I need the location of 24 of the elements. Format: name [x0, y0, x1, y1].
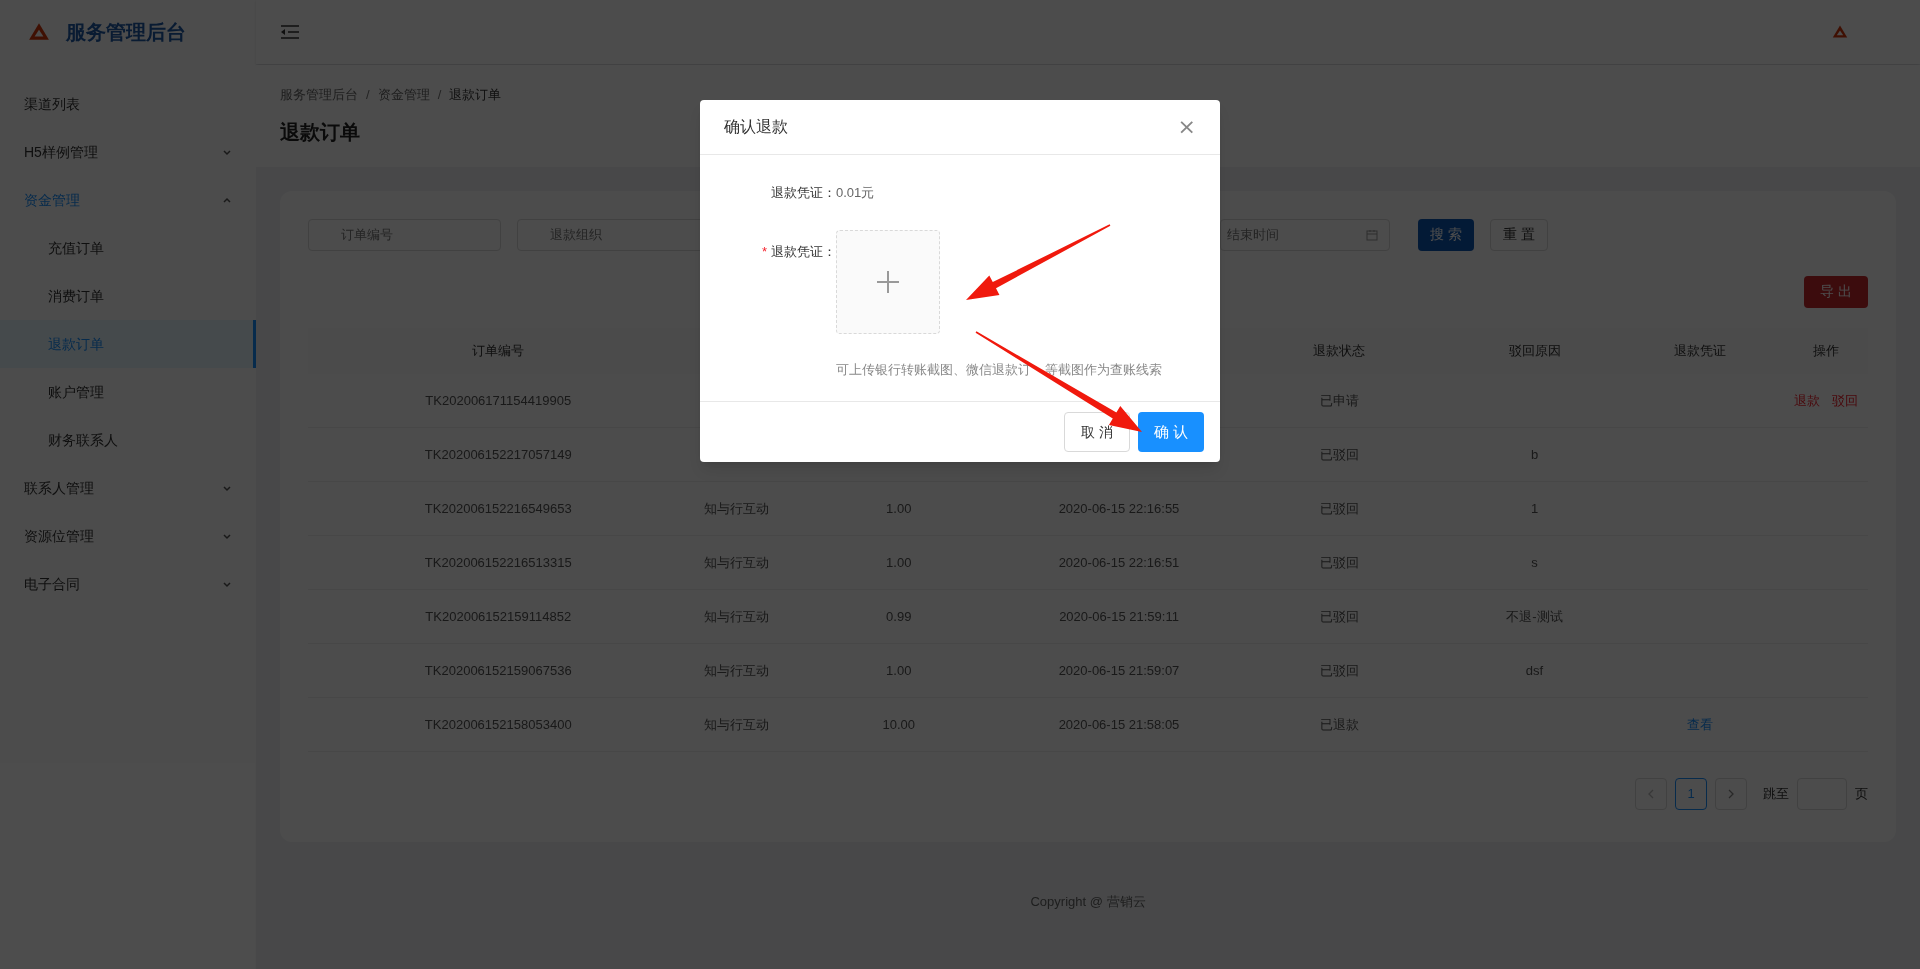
column-header: 订单编号 — [472, 342, 525, 358]
breadcrumb-item: 退款订单 — [449, 86, 502, 104]
jump-label: 跳至 — [1763, 785, 1789, 804]
plus-icon — [876, 269, 900, 294]
close-button[interactable]: × — [1177, 116, 1196, 138]
field-label: 退款凭证： — [771, 242, 836, 261]
upload-hint: 可上传银行转账截图、微信退款订 — [836, 360, 1031, 379]
upload-hint: 等截图作为查账线索 — [1045, 360, 1162, 379]
upload-box[interactable] — [836, 229, 940, 334]
brand-title: 服务管理后台 — [66, 20, 186, 45]
page-title: 退款订单 — [280, 119, 360, 145]
action-link[interactable]: 退款 — [1794, 390, 1821, 410]
breadcrumb-separator: / — [437, 86, 442, 104]
required-mark: * — [761, 242, 767, 261]
confirm-button[interactable]: 确 认 — [1137, 412, 1204, 452]
breadcrumb-separator: / — [366, 86, 370, 104]
field-label: 退款凭证： — [770, 184, 836, 202]
column-header: 退款凭证 — [1673, 342, 1726, 358]
amount-value: 0.01元 — [836, 184, 875, 202]
action-link[interactable]: 驳回 — [1832, 390, 1859, 410]
column-header: 驳回原因 — [1508, 342, 1561, 358]
page-suffix: 页 — [1855, 785, 1868, 804]
modal-title: 确认退款 — [724, 117, 788, 137]
view-link[interactable]: 查看 — [1686, 716, 1713, 732]
